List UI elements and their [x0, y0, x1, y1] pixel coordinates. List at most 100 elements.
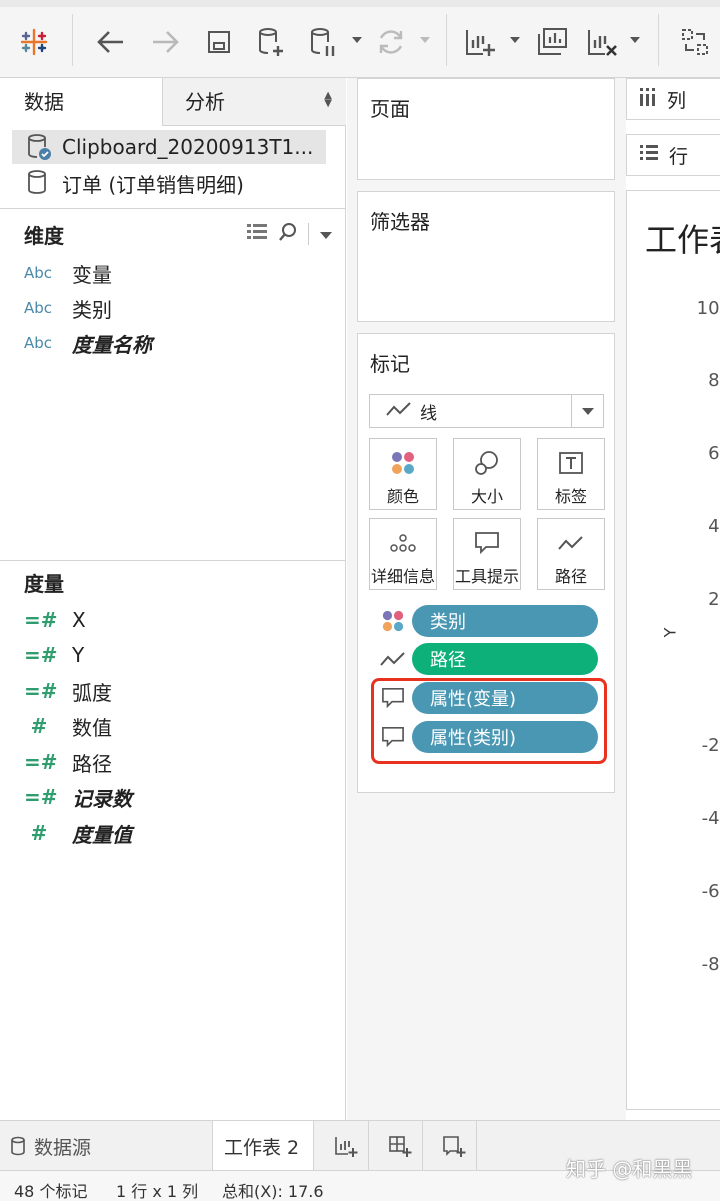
dimensions-title: 维度 — [24, 220, 64, 249]
measure-field[interactable]: =# Y — [24, 638, 84, 672]
new-worksheet-icon[interactable] — [460, 22, 500, 62]
tab-analysis[interactable]: 分析 ▲▼ — [163, 78, 346, 126]
number-type-icon: # — [24, 821, 54, 845]
dimension-field[interactable]: Abc 类别 — [24, 291, 112, 325]
detail-button[interactable]: 详细信息 — [369, 518, 437, 590]
status-sum: 总和(X): 17.6 — [222, 1178, 324, 1202]
size-circles-icon — [473, 443, 501, 483]
refresh-dropdown-caret[interactable] — [420, 37, 430, 43]
color-dots-icon — [390, 443, 416, 483]
refresh-icon[interactable] — [372, 22, 410, 62]
new-worksheet-caret[interactable] — [510, 37, 520, 43]
number-type-icon: =# — [24, 750, 54, 774]
sheet-tab[interactable]: 工作表 2 — [212, 1121, 314, 1171]
columns-shelf[interactable]: 列 — [626, 78, 720, 120]
field-name: 数值 — [72, 712, 112, 741]
datasource-tab-label: 数据源 — [34, 1133, 91, 1160]
measure-field[interactable]: =# 路径 — [24, 745, 112, 779]
dimension-field[interactable]: Abc 变量 — [24, 256, 112, 290]
measure-field[interactable]: # 度量值 — [24, 816, 132, 850]
columns-label: 列 — [667, 86, 686, 113]
marks-title: 标记 — [370, 348, 410, 377]
duplicate-icon[interactable] — [532, 22, 572, 62]
path-label: 路径 — [555, 563, 587, 587]
worksheet-view[interactable]: 工作表 Y 100 80 60 40 20 0 -20 -40 -60 -80 — [626, 190, 720, 1110]
path-line-icon — [378, 651, 408, 667]
clear-sheet-icon[interactable] — [582, 22, 622, 62]
mark-type-select[interactable]: 线 — [369, 394, 604, 428]
datasource-item[interactable]: Clipboard_20200913T1... — [12, 130, 326, 164]
mark-type-label: 线 — [420, 399, 437, 424]
save-icon[interactable] — [200, 22, 238, 62]
tooltip-button[interactable]: 工具提示 — [453, 518, 521, 590]
filters-card[interactable]: 筛选器 — [357, 191, 615, 322]
sheet-tab-label: 工作表 2 — [224, 1133, 299, 1160]
y-tick-label: 80 — [708, 370, 720, 391]
pane-tabs: 数据 分析 ▲▼ — [0, 78, 346, 126]
datasource-tab[interactable]: 数据源 — [0, 1121, 212, 1171]
datasource-item[interactable]: 订单 (订单销售明细) — [12, 166, 326, 200]
datasource-icon — [26, 169, 58, 197]
field-name: 度量名称 — [72, 329, 152, 358]
field-name: Y — [72, 643, 84, 667]
new-dashboard-icon[interactable] — [380, 1121, 420, 1171]
line-mark-icon — [386, 401, 412, 422]
window-top-strip — [0, 0, 720, 7]
status-rows-cols: 1 行 x 1 列 — [116, 1178, 198, 1202]
mark-pill-row[interactable]: 类别 — [378, 604, 598, 638]
clear-dropdown-caret[interactable] — [630, 37, 640, 43]
field-name: 度量值 — [72, 819, 132, 848]
y-axis-label: Y — [660, 628, 679, 638]
category-pill[interactable]: 类别 — [412, 605, 598, 637]
y-tick-label: 20 — [708, 589, 720, 610]
data-pane: 数据 分析 ▲▼ Clipboard_20200913T1... 订单 (订单销… — [0, 78, 346, 1120]
measure-field[interactable]: =# 记录数 — [24, 780, 132, 814]
swap-icon[interactable] — [676, 22, 714, 62]
text-label-icon — [558, 443, 584, 483]
tab-separator — [476, 1121, 477, 1171]
measure-field[interactable]: # 数值 — [24, 709, 112, 743]
y-tick-label: -40 — [702, 808, 720, 829]
status-marks-count: 48 个标记 — [14, 1178, 87, 1202]
search-icon[interactable] — [278, 222, 298, 246]
divider — [0, 208, 346, 209]
detail-label: 详细信息 — [371, 563, 435, 587]
pause-updates-icon[interactable] — [304, 22, 342, 62]
new-worksheet-icon[interactable] — [326, 1121, 366, 1171]
watermark: 知乎 @和黑黑 — [566, 1153, 692, 1182]
y-tick-label: -20 — [702, 735, 720, 756]
chevron-down-icon[interactable] — [571, 395, 603, 427]
y-tick-label: 100 — [697, 298, 720, 319]
dimensions-tools — [246, 222, 333, 246]
tableau-logo-icon[interactable] — [14, 22, 54, 62]
tool-separator — [308, 223, 309, 245]
rows-shelf[interactable]: 行 — [626, 134, 720, 176]
new-story-icon[interactable] — [434, 1121, 474, 1171]
menu-caret-icon[interactable] — [319, 225, 333, 244]
back-icon[interactable] — [92, 22, 130, 62]
forward-icon[interactable] — [146, 22, 184, 62]
pause-dropdown-caret[interactable] — [352, 37, 362, 43]
y-tick-label: -60 — [702, 881, 720, 902]
new-datasource-icon[interactable] — [252, 22, 290, 62]
field-name: 类别 — [72, 294, 112, 323]
path-button[interactable]: 路径 — [537, 518, 605, 590]
datasource-label: 订单 (订单销售明细) — [62, 169, 244, 198]
measure-field[interactable]: =# 弧度 — [24, 674, 112, 708]
label-button[interactable]: 标签 — [537, 438, 605, 510]
columns-icon — [639, 87, 657, 112]
tab-analysis-label: 分析 — [185, 90, 225, 114]
tab-data[interactable]: 数据 — [0, 78, 163, 126]
measure-field[interactable]: =# X — [24, 603, 86, 637]
color-button[interactable]: 颜色 — [369, 438, 437, 510]
string-type-icon: Abc — [24, 299, 72, 317]
dimension-field[interactable]: Abc 度量名称 — [24, 326, 152, 360]
y-tick-label: 40 — [708, 516, 720, 537]
number-type-icon: =# — [24, 785, 54, 809]
size-button[interactable]: 大小 — [453, 438, 521, 510]
path-pill[interactable]: 路径 — [412, 643, 598, 675]
pages-card[interactable]: 页面 — [357, 78, 615, 180]
mark-pill-row[interactable]: 路径 — [378, 642, 598, 676]
view-list-icon[interactable] — [246, 223, 268, 245]
worksheet-title: 工作表 — [645, 215, 720, 261]
